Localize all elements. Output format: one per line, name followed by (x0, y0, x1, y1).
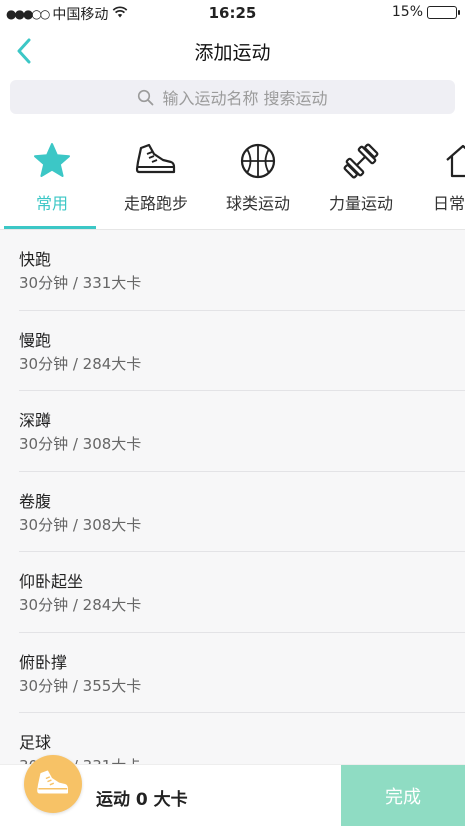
search-placeholder: 输入运动名称 搜索运动 (162, 89, 328, 108)
nav-bar: 添加运动 (0, 26, 465, 76)
list-item[interactable]: 卷腹 30分钟 / 308大卡 (0, 472, 465, 553)
list-item[interactable]: 深蹲 30分钟 / 308大卡 (0, 391, 465, 472)
exercise-detail: 30分钟 / 331大卡 (19, 274, 142, 292)
star-icon (34, 143, 70, 177)
bottom-bar: 运动 0 大卡 完成 (0, 755, 465, 826)
exercise-detail: 30分钟 / 284大卡 (19, 354, 142, 373)
exercise-name: 快跑 (19, 250, 52, 269)
tab-label: 走路跑步 (123, 194, 188, 213)
exercise-name: 深蹲 (19, 411, 52, 430)
tab-label: 日常 (433, 194, 465, 213)
exercise-name: 足球 (19, 733, 52, 752)
exercise-list: 快跑 30分钟 / 331大卡 慢跑 30分钟 / 284大卡 深蹲 30分钟 … (0, 230, 465, 764)
list-item[interactable]: 慢跑 30分钟 / 284大卡 (0, 311, 465, 392)
tab-walk-run[interactable]: 走路跑步 (104, 140, 208, 226)
exercise-detail: 30分钟 / 355大卡 (19, 676, 142, 695)
calorie-total: 运动 0 大卡 (96, 790, 188, 810)
exercise-name: 仰卧起坐 (19, 572, 84, 591)
battery-icon (427, 5, 460, 19)
done-button[interactable]: 完成 (341, 765, 465, 826)
sneaker-icon (135, 143, 176, 174)
basketball-icon (240, 143, 276, 179)
exercise-name: 卷腹 (19, 491, 52, 511)
tab-label: 力量运动 (328, 194, 393, 213)
exercise-name: 俯卧撑 (19, 652, 68, 672)
sneaker-icon (37, 770, 68, 794)
list-item[interactable]: 足球 30分钟 / 331大卡 (0, 713, 465, 764)
tab-label: 常用 (35, 194, 68, 213)
search-icon (138, 89, 154, 105)
tab-strength[interactable]: 力量运动 (309, 140, 413, 226)
house-icon (446, 144, 465, 178)
exercise-name: 慢跑 (19, 330, 52, 350)
tab-common[interactable]: 常用 (0, 140, 104, 226)
status-bar: ●●●○○ 中国移动 16:25 15% (0, 0, 465, 26)
dumbbell-icon (343, 143, 379, 179)
list-item[interactable]: 俯卧撑 30分钟 / 355大卡 (0, 633, 465, 714)
selected-exercises-button[interactable] (24, 755, 82, 813)
search-input[interactable]: 输入运动名称 搜索运动 (10, 80, 455, 114)
category-tabs: 常用 走路跑步 球类运动 力量运动 日常 (0, 132, 465, 230)
tab-daily[interactable]: 日常 (413, 140, 465, 226)
battery-percent: 15% (391, 4, 423, 20)
page-title: 添加运动 (194, 42, 271, 64)
exercise-detail: 30分钟 / 308大卡 (19, 515, 142, 534)
tab-label: 球类运动 (225, 194, 290, 213)
tab-ball-sports[interactable]: 球类运动 (206, 140, 310, 226)
exercise-detail: 30分钟 / 284大卡 (19, 596, 142, 614)
list-item[interactable]: 快跑 30分钟 / 331大卡 (0, 230, 465, 311)
list-item[interactable]: 仰卧起坐 30分钟 / 284大卡 (0, 552, 465, 633)
exercise-detail: 30分钟 / 308大卡 (19, 435, 142, 453)
active-tab-indicator (4, 226, 96, 229)
